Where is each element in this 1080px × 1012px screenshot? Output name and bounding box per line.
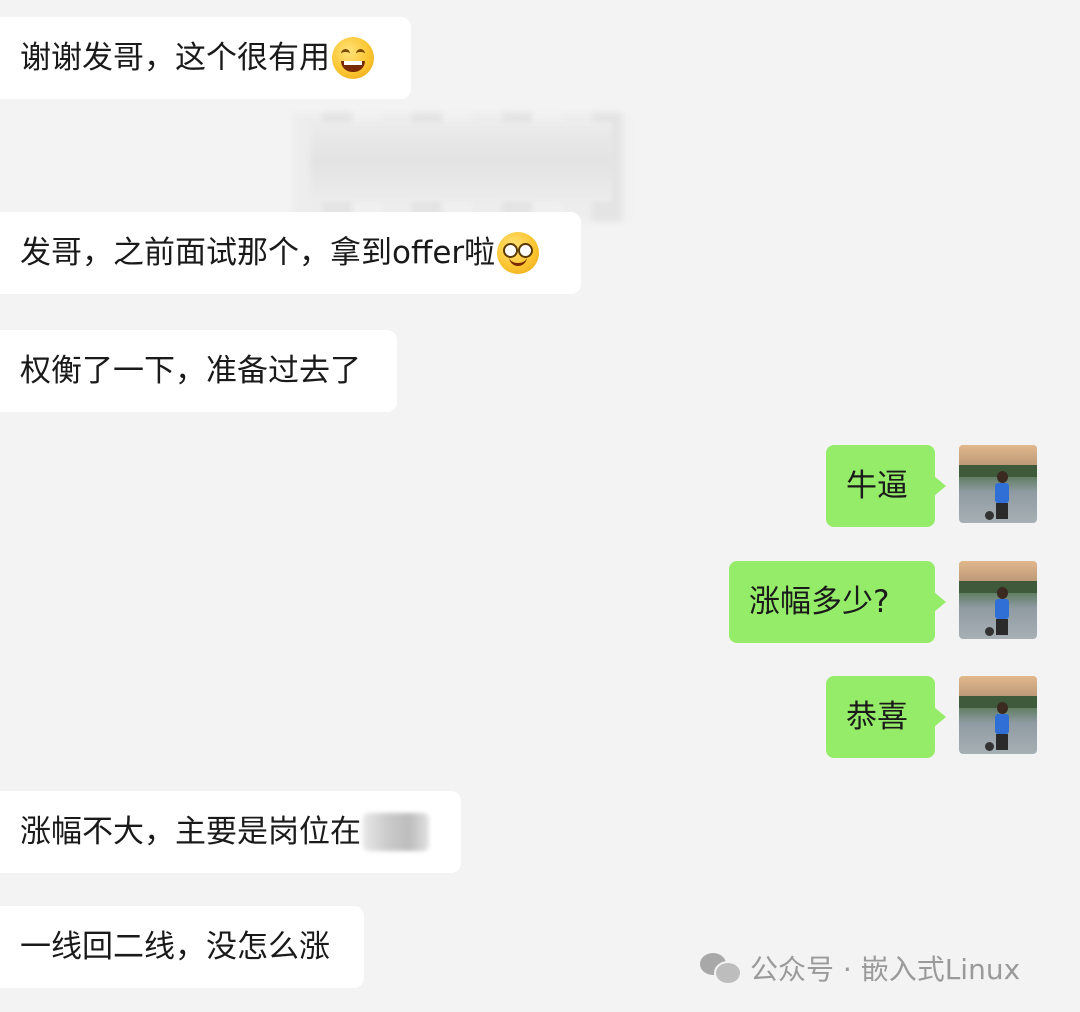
message-text: 谢谢发哥，这个很有用	[20, 39, 330, 76]
watermark: 公众号 · 嵌入式Linux	[700, 948, 1020, 988]
message-text: 恭喜	[846, 698, 908, 735]
incoming-message-bubble[interactable]: 一线回二线，没怎么涨	[0, 906, 364, 988]
message-text: 权衡了一下，准备过去了	[20, 352, 361, 389]
sly-smile-emoji-icon	[497, 232, 540, 274]
message-text: 涨幅多少?	[749, 583, 890, 620]
user-avatar[interactable]	[959, 445, 1037, 523]
message-text: 牛逼	[846, 467, 908, 504]
watermark-text: 公众号 · 嵌入式Linux	[750, 953, 1021, 986]
wechat-icon	[700, 951, 742, 985]
redacted-text-mask	[363, 813, 429, 851]
incoming-message-bubble[interactable]: 权衡了一下，准备过去了	[0, 330, 397, 412]
incoming-message-bubble[interactable]: 谢谢发哥，这个很有用	[0, 17, 411, 99]
user-avatar[interactable]	[959, 561, 1037, 639]
grinning-emoji-icon	[332, 37, 374, 79]
user-avatar[interactable]	[959, 676, 1037, 754]
incoming-message-bubble[interactable]: 发哥，之前面试那个，拿到offer啦	[0, 212, 581, 294]
redacted-region-inner	[310, 122, 612, 202]
outgoing-message-bubble[interactable]: 涨幅多少?	[729, 561, 946, 643]
message-text: 发哥，之前面试那个，拿到offer啦	[20, 234, 496, 271]
outgoing-message-bubble[interactable]: 恭喜	[826, 676, 946, 758]
outgoing-message-bubble[interactable]: 牛逼	[826, 445, 946, 527]
incoming-message-bubble[interactable]: 涨幅不大，主要是岗位在	[0, 791, 461, 873]
message-text: 一线回二线，没怎么涨	[20, 928, 330, 965]
message-text: 涨幅不大，主要是岗位在	[20, 813, 361, 850]
